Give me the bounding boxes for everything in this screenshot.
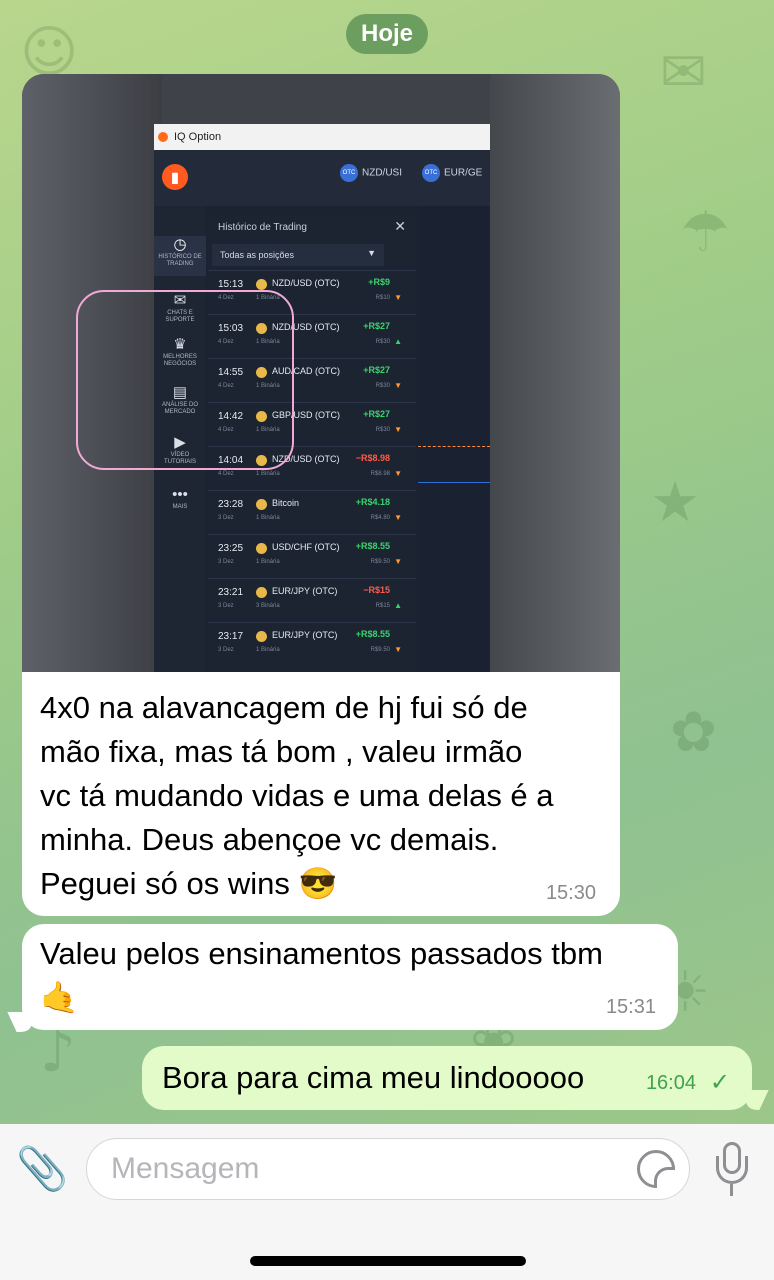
close-icon: ✕ xyxy=(394,218,406,234)
message-composer: 📎 Mensagem xyxy=(0,1124,774,1280)
arrow-down-icon: ▼ xyxy=(394,293,402,302)
arrow-down-icon: ▼ xyxy=(394,425,402,434)
microphone-icon[interactable] xyxy=(712,1142,752,1198)
trade-stake: R$10 xyxy=(375,295,390,301)
trade-result: +R$8.55 xyxy=(355,629,390,639)
trade-stake: R$4.80 xyxy=(370,515,390,521)
sidebar-item-history: ◷ HISTÓRICO DE TRADING xyxy=(154,236,206,276)
price-chart-area xyxy=(418,206,490,672)
otc-badge-icon: OTC xyxy=(422,164,440,182)
history-icon: ◷ xyxy=(173,236,187,253)
asset-tab: OTC NZD/USI xyxy=(340,164,402,182)
message-time: 16:04 xyxy=(645,1072,696,1094)
chart-grid-line xyxy=(418,482,490,483)
sticker-icon[interactable] xyxy=(637,1150,675,1188)
trade-kind: 1 Binária xyxy=(256,515,280,521)
asset-icon xyxy=(256,543,267,554)
trade-stake: R$30 xyxy=(375,383,390,389)
arrow-down-icon: ▼ xyxy=(394,469,402,478)
arrow-down-icon: ▼ xyxy=(394,557,402,566)
trade-kind: 3 Binária xyxy=(256,603,280,609)
trade-date: 3 Dez xyxy=(218,603,234,609)
sidebar-item-more: ••• MAIS xyxy=(154,486,206,511)
app-title: IQ Option xyxy=(174,131,222,143)
trade-row: 23:25 3 Dez USD/CHF (OTC) 1 Binária +R$8.55 R… xyxy=(208,534,416,579)
trade-stake: R$9.50 xyxy=(370,647,390,653)
trade-result: +R$27 xyxy=(363,321,390,331)
app-titlebar: IQ Option xyxy=(154,124,490,150)
trade-time: 23:28 xyxy=(218,499,244,510)
chevron-down-icon: ▼ xyxy=(367,248,376,258)
trade-result: +R$4.18 xyxy=(355,497,390,507)
trade-history-photo[interactable]: IQ Option ▮ OTC NZD/USI OTC EUR/GE ◷ HISTÓ… xyxy=(22,74,620,672)
paperclip-icon[interactable]: 📎 xyxy=(16,1144,68,1194)
incoming-photo-message[interactable]: IQ Option ▮ OTC NZD/USI OTC EUR/GE ◷ HISTÓ… xyxy=(22,74,620,916)
message-text: 4x0 na alavancagem de hj fui só de mão f… xyxy=(40,690,554,901)
trade-kind: 1 Binária xyxy=(256,647,280,653)
sent-check-icon: ✓ xyxy=(709,1069,730,1096)
iq-option-logo-icon xyxy=(158,132,168,142)
more-icon: ••• xyxy=(172,486,188,503)
arrow-down-icon: ▼ xyxy=(394,513,402,522)
date-separator: Hoje xyxy=(346,14,428,54)
arrow-up-icon: ▲ xyxy=(394,601,402,610)
message-input-placeholder: Mensagem xyxy=(111,1152,260,1185)
photo-blur-right xyxy=(490,74,620,672)
trade-row: 23:21 3 Dez EUR/JPY (OTC) 3 Binária −R$15 R$1… xyxy=(208,578,416,623)
arrow-down-icon: ▼ xyxy=(394,381,402,390)
trade-pair: USD/CHF (OTC) xyxy=(272,542,340,552)
asset-icon xyxy=(256,279,267,290)
trade-time: 15:13 xyxy=(218,279,244,290)
trade-result: +R$27 xyxy=(363,409,390,419)
trade-stake: R$30 xyxy=(375,427,390,433)
trade-result: +R$27 xyxy=(363,365,390,375)
trade-time: 23:25 xyxy=(218,543,244,554)
trade-stake: R$15 xyxy=(375,603,390,609)
app-header: ▮ OTC NZD/USI OTC EUR/GE xyxy=(154,150,490,206)
bar-chart-logo-icon: ▮ xyxy=(162,164,188,190)
otc-badge-icon: OTC xyxy=(340,164,358,182)
asset-tab: OTC EUR/GE xyxy=(422,164,482,182)
home-indicator xyxy=(250,1256,526,1266)
trade-date: 3 Dez xyxy=(218,647,234,653)
trade-pair: Bitcoin xyxy=(272,498,300,508)
trade-pair: EUR/JPY (OTC) xyxy=(272,630,338,640)
asset-icon xyxy=(256,499,267,510)
message-text: Bora para cima meu lindooooo xyxy=(162,1060,585,1095)
trade-stake: R$8.98 xyxy=(370,471,390,477)
asset-icon xyxy=(256,587,267,598)
trade-stake: R$30 xyxy=(375,339,390,345)
trade-date: 3 Dez xyxy=(218,559,234,565)
trade-pair: EUR/JPY (OTC) xyxy=(272,586,338,596)
arrow-down-icon: ▼ xyxy=(394,645,402,654)
trade-pair: NZD/USD (OTC) xyxy=(272,278,340,288)
trade-date: 3 Dez xyxy=(218,515,234,521)
trade-time: 23:17 xyxy=(218,631,244,642)
trade-row: 23:28 3 Dez Bitcoin 1 Binária +R$4.18 R$4.80 ▼ xyxy=(208,490,416,535)
trade-stake: R$9.50 xyxy=(370,559,390,565)
trade-row: 23:17 3 Dez EUR/JPY (OTC) 1 Binária +R$8.55 R… xyxy=(208,622,416,667)
chart-price-line xyxy=(418,446,490,447)
incoming-text-message[interactable]: Valeu pelos ensinamentos passados tbm 🤙 … xyxy=(22,924,678,1030)
trade-time: 23:21 xyxy=(218,587,244,598)
trade-result: −R$8.98 xyxy=(355,453,390,463)
trade-kind: 1 Binária xyxy=(256,471,280,477)
trade-date: 4 Dez xyxy=(218,471,234,477)
message-text: Valeu pelos ensinamentos passados tbm 🤙 xyxy=(40,936,603,1015)
positions-filter: Todas as posições ▼ xyxy=(212,244,384,266)
message-time: 15:31 xyxy=(605,996,656,1018)
arrow-up-icon: ▲ xyxy=(394,337,402,346)
asset-icon xyxy=(256,631,267,642)
trade-result: +R$9 xyxy=(368,277,390,287)
message-time: 15:30 xyxy=(545,882,596,904)
hand-drawn-highlight-circle xyxy=(76,290,294,470)
message-input[interactable]: Mensagem xyxy=(86,1138,690,1200)
outgoing-text-message[interactable]: Bora para cima meu lindooooo 16:04 ✓ xyxy=(142,1046,752,1110)
panel-title: Histórico de Trading xyxy=(218,222,307,233)
trade-result: −R$15 xyxy=(363,585,390,595)
trade-result: +R$8.55 xyxy=(355,541,390,551)
trade-kind: 1 Binária xyxy=(256,559,280,565)
